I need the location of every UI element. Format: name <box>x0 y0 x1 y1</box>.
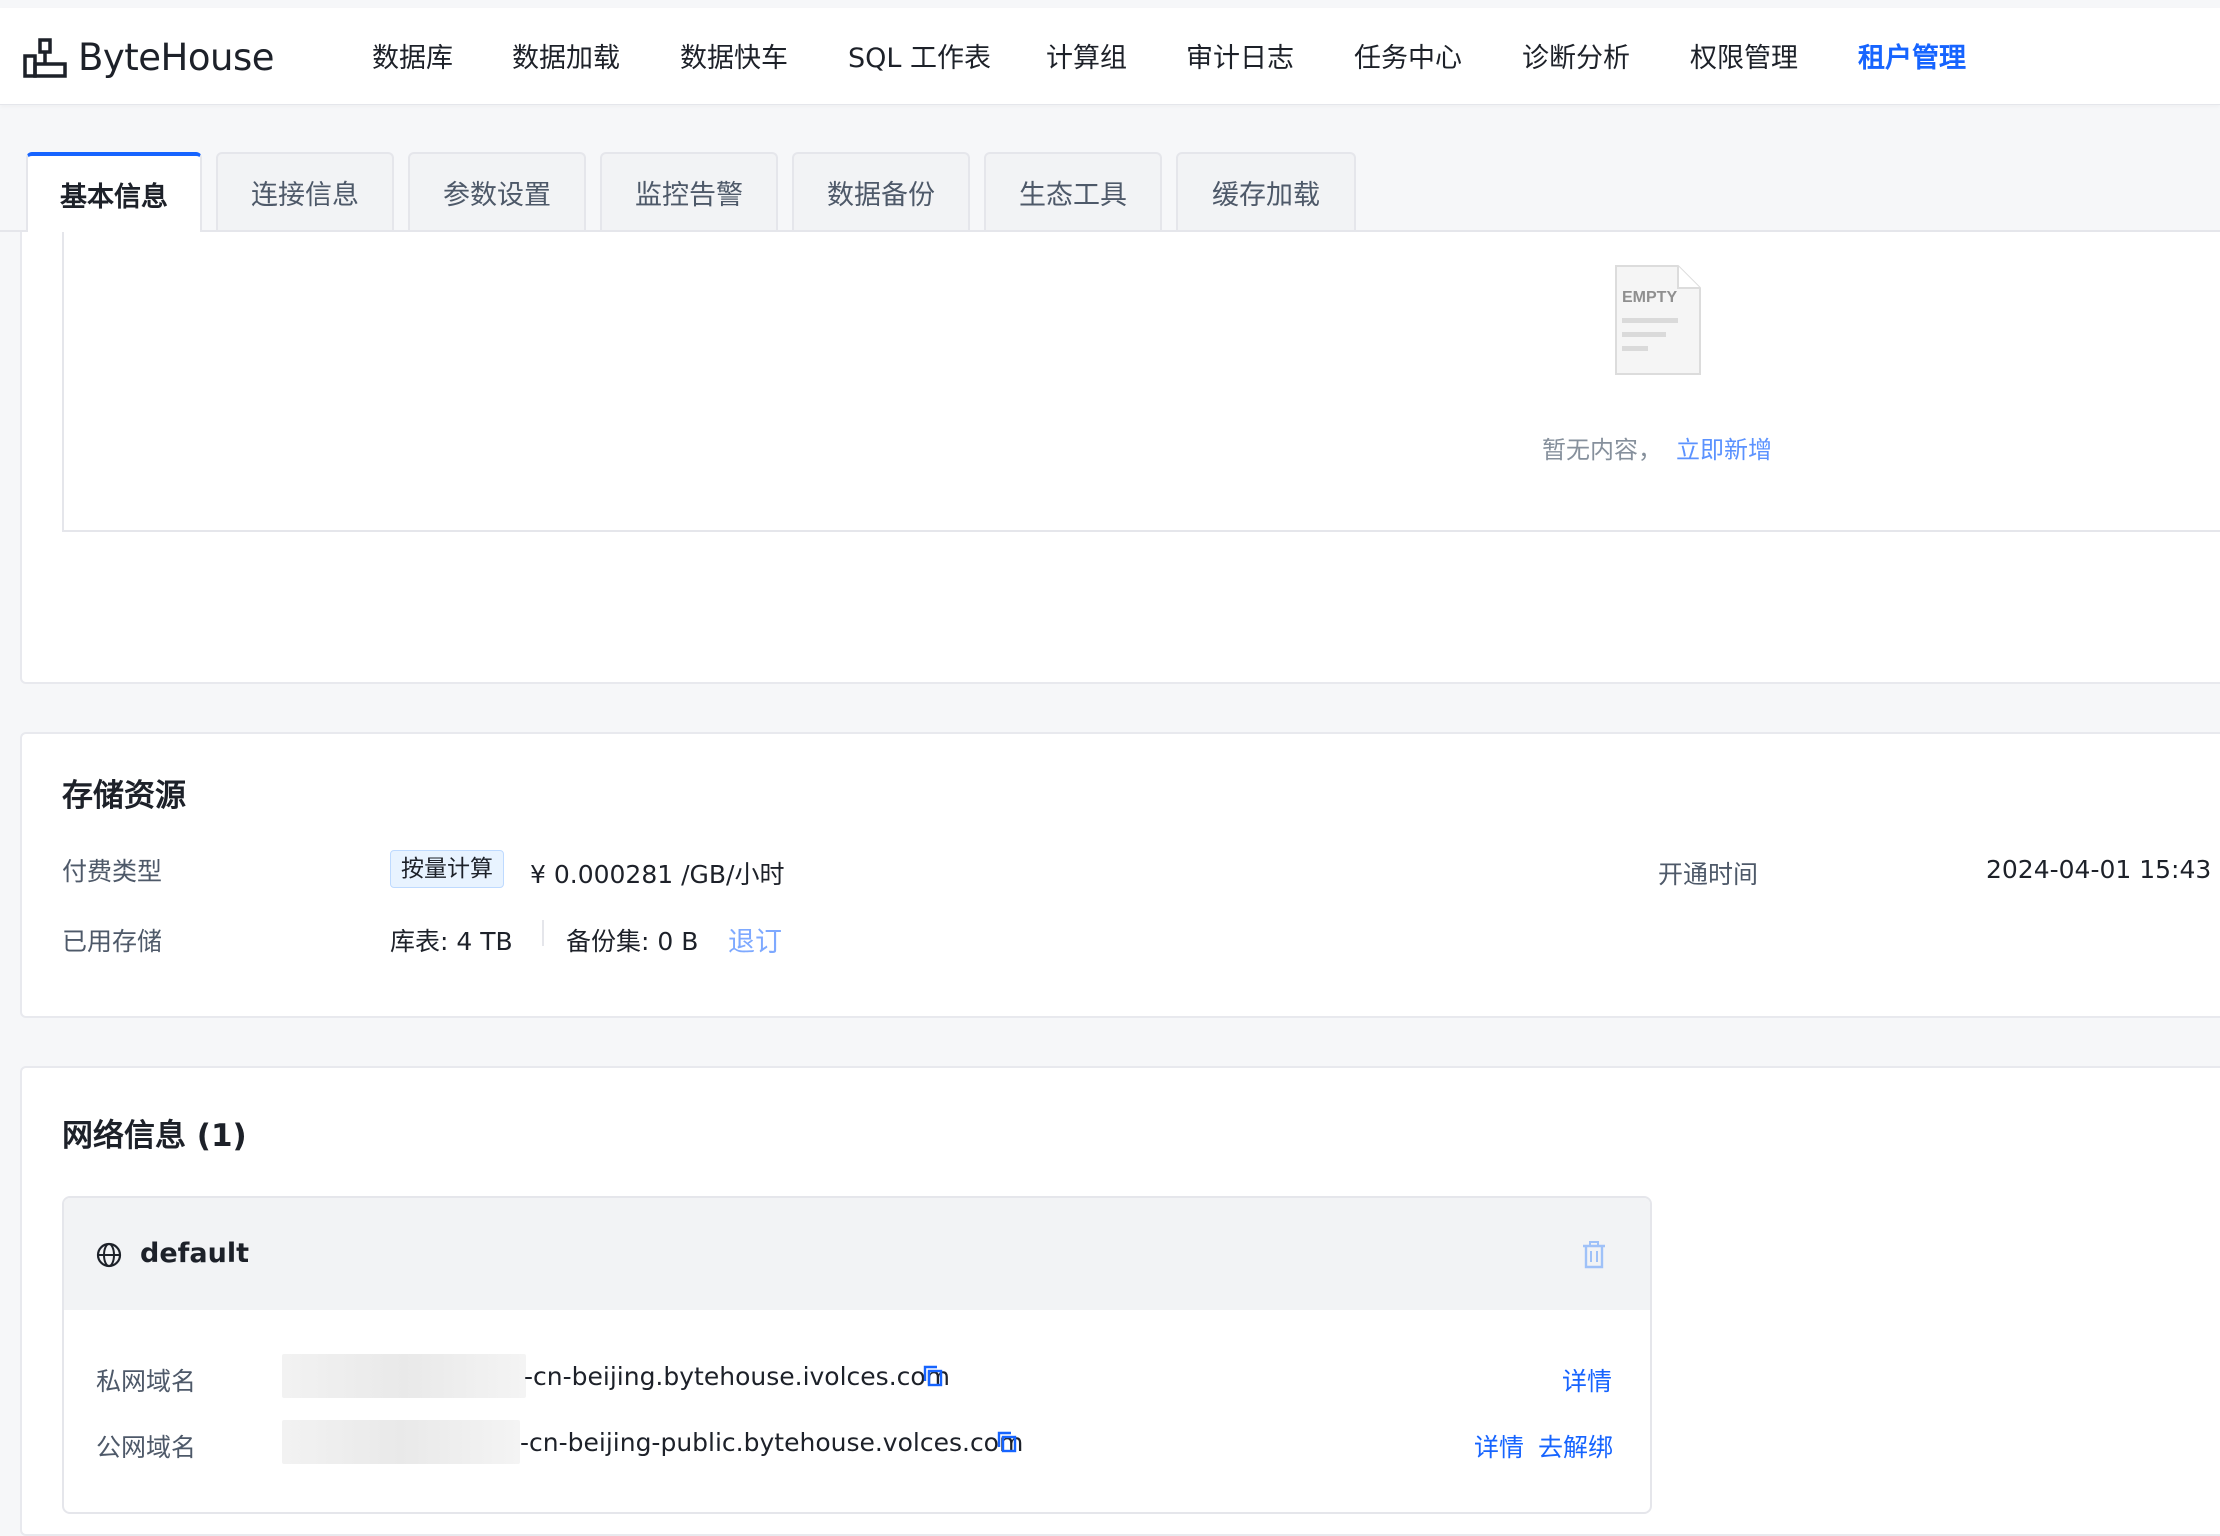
nav-item-audit-log[interactable]: 审计日志 <box>1186 36 1294 75</box>
public-domain-value: -cn-beijing-public.bytehouse.volces.com <box>520 1428 1024 1457</box>
tab-cache-load[interactable]: 缓存加载 <box>1176 152 1356 230</box>
bytehouse-logo-icon <box>23 38 67 78</box>
tab-ecosystem-tools[interactable]: 生态工具 <box>984 152 1162 230</box>
tab-parameter-settings[interactable]: 参数设置 <box>408 152 586 230</box>
network-title: 网络信息 (1) <box>62 1118 247 1154</box>
public-detail-link[interactable]: 详情 <box>1474 1428 1524 1464</box>
tab-connection-info[interactable]: 连接信息 <box>216 152 394 230</box>
globe-icon <box>96 1242 122 1268</box>
empty-message: 暂无内容， <box>1542 436 1662 464</box>
nav-item-tenant-management[interactable]: 租户管理 <box>1858 36 1966 75</box>
nav-item-data-load[interactable]: 数据加载 <box>512 36 620 75</box>
empty-table-area <box>62 232 2220 532</box>
backup-usage: 备份集: 0 B <box>566 927 699 956</box>
nav-item-data-express[interactable]: 数据快车 <box>680 36 788 75</box>
empty-icon-text: EMPTY <box>1622 289 1677 306</box>
private-domain-label: 私网域名 <box>96 1367 197 1396</box>
storage-title: 存储资源 <box>62 778 186 814</box>
table-usage: 库表: 4 TB <box>390 927 513 956</box>
open-time-label: 开通时间 <box>1658 860 1759 889</box>
network-name: default <box>140 1238 249 1269</box>
tab-monitoring-alerts[interactable]: 监控告警 <box>600 152 778 230</box>
billing-type-badge: 按量计算 <box>390 850 504 888</box>
nav-item-sql-worksheet[interactable]: SQL 工作表 <box>848 36 991 75</box>
nav-item-task-center[interactable]: 任务中心 <box>1354 36 1462 75</box>
nav-item-compute-group[interactable]: 计算组 <box>1046 36 1127 75</box>
nav-item-diagnosis[interactable]: 诊断分析 <box>1522 36 1630 75</box>
used-storage-label: 已用存储 <box>62 927 163 956</box>
copy-public-domain-icon[interactable] <box>996 1430 1018 1454</box>
private-domain-value: -cn-beijing.bytehouse.ivolces.com <box>524 1362 951 1391</box>
add-new-link[interactable]: 立即新增 <box>1676 436 1772 464</box>
unbind-link[interactable]: 去解绑 <box>1538 1428 1613 1464</box>
redacted-private-prefix <box>282 1354 526 1398</box>
unsubscribe-link[interactable]: 退订 <box>728 920 782 959</box>
redacted-public-prefix <box>282 1420 520 1464</box>
tab-basic-info[interactable]: 基本信息 <box>26 152 202 232</box>
logo-text: ByteHouse <box>78 35 275 79</box>
bytehouse-logo[interactable]: ByteHouse <box>22 32 275 82</box>
billing-type-label: 付费类型 <box>62 857 163 886</box>
empty-document-icon: EMPTY <box>1615 265 1701 375</box>
private-detail-link[interactable]: 详情 <box>1562 1362 1612 1398</box>
top-navigation: ByteHouse 数据库 数据加载 数据快车 SQL 工作表 计算组 审计日志… <box>0 8 2220 105</box>
tab-data-backup[interactable]: 数据备份 <box>792 152 970 230</box>
open-time-value: 2024-04-01 15:43 <box>1986 855 2212 884</box>
empty-state-text: 暂无内容， 立即新增 <box>1542 430 1772 465</box>
nav-item-permissions[interactable]: 权限管理 <box>1690 36 1798 75</box>
storage-divider <box>542 920 544 946</box>
copy-private-domain-icon[interactable] <box>922 1364 944 1388</box>
network-item-default: default 私网域名 -cn-beijing.bytehouse.ivolc… <box>62 1196 1652 1514</box>
trash-icon[interactable] <box>1580 1240 1608 1270</box>
storage-price: ¥ 0.000281 /GB/小时 <box>530 860 785 889</box>
network-item-header: default <box>64 1198 1650 1310</box>
storage-resources-card <box>20 732 2220 1018</box>
nav-item-database[interactable]: 数据库 <box>372 36 453 75</box>
public-domain-label: 公网域名 <box>96 1433 197 1462</box>
